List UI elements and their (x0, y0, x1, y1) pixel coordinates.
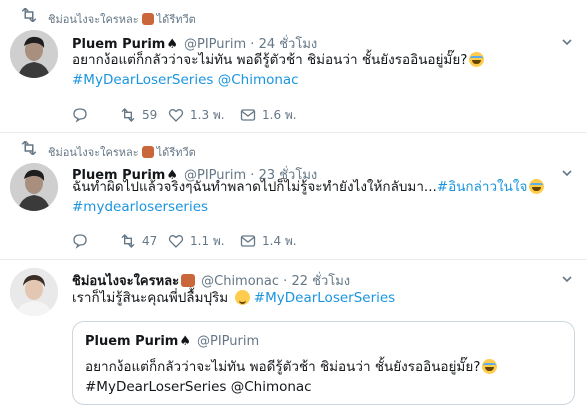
laughing-emoji-icon (469, 52, 485, 67)
retweet-button[interactable]: 59 (120, 107, 157, 123)
reply-button[interactable] (72, 233, 88, 249)
retweeter-name[interactable]: ชิม่อนไงจะใครหละ (48, 146, 139, 159)
chevron-down-icon[interactable] (562, 274, 572, 284)
like-count: 1.3 พ. (190, 107, 225, 122)
spade-icon: ♠ (179, 334, 191, 349)
tweet-text-line: ฉันทำผิดไปแล้วจริงๆฉันทำพลาดไปก็ไม่รู้จะ… (72, 179, 437, 195)
laughing-emoji-icon (482, 359, 498, 374)
hashtag-link[interactable]: #MyDearLoserSeries (254, 290, 395, 306)
quoted-tweet-text: อยากง้อแต่ก็กลัวว่าจะไม่ทัน พอดีรู้ตัวช้… (85, 357, 498, 397)
message-icon (240, 235, 256, 247)
retweeted-by[interactable]: ชิม่อนไงจะใครหละ ได้รีทวีต (48, 143, 196, 161)
tweet-text: ฉันทำผิดไปแล้วจริงๆฉันทำพลาดไปก็ไม่รู้จะ… (72, 177, 545, 217)
hashtag-line[interactable]: #MyDearLoserSeries @Chimonac (72, 70, 484, 90)
monkey-emoji-icon (141, 13, 154, 25)
hashtag-line[interactable]: #mydearloserseries (72, 197, 544, 217)
smile-emoji-icon (234, 290, 250, 305)
quoted-text-line: อยากง้อแต่ก็กลัวว่าจะไม่ทัน พอดีรู้ตัวช้… (85, 359, 481, 375)
hashtag-link[interactable]: #อินกล่าวในใจ (437, 179, 528, 195)
views-count: 1.6 พ. (262, 107, 297, 122)
tweet[interactable]: ชิม่อนไงจะใครหละ ได้รีทวีต Pluem Purim♠ @P… (0, 0, 586, 133)
tweet-text: อยากง้อแต่ก็กลัวว่าจะไม่ทัน พอดีรู้ตัวช้… (72, 50, 485, 90)
reply-icon (73, 108, 87, 123)
tweet[interactable]: ชิม่อนไงจะใครหละ ได้รีทวีต Pluem Purim♠ @P… (0, 133, 586, 260)
quoted-author-handle: @PIPurim (196, 334, 260, 349)
tweet[interactable]: ชิม่อนไงจะใครหละ @Chimonac · 22 ชั่วโมง เ… (0, 260, 586, 411)
tweet-text: เราก็ไม่รู้สินะคุณพี่ปลื้มปุริม #MyDearL… (72, 288, 395, 308)
reply-button[interactable] (72, 107, 88, 123)
tweet-actions: 59 1.3 พ. 1.6 พ. (72, 107, 492, 123)
message-button[interactable]: 1.4 พ. (240, 233, 297, 249)
avatar[interactable] (10, 163, 58, 211)
quoted-text-line2: #MyDearLoserSeries @Chimonac (85, 379, 312, 395)
chevron-down-icon[interactable] (562, 168, 572, 178)
retweeted-by[interactable]: ชิม่อนไงจะใครหละ ได้รีทวีต (48, 10, 196, 28)
retweet-icon (121, 108, 135, 122)
separator-dot: · (283, 274, 288, 289)
heart-icon (168, 235, 184, 248)
laughing-emoji-icon (529, 179, 545, 194)
retweet-count: 59 (142, 108, 158, 122)
monkey-emoji-icon (141, 146, 154, 158)
chevron-down-icon[interactable] (562, 37, 572, 47)
retweet-button[interactable]: 47 (120, 233, 157, 249)
views-count: 1.4 พ. (262, 233, 297, 248)
message-button[interactable]: 1.6 พ. (240, 107, 297, 123)
like-button[interactable]: 1.1 พ. (168, 233, 225, 249)
avatar[interactable] (10, 268, 58, 316)
heart-icon (168, 109, 184, 122)
retweet-count: 47 (142, 234, 158, 248)
quoted-author-name: Pluem Purim (85, 334, 179, 349)
like-button[interactable]: 1.3 พ. (168, 107, 225, 123)
retweet-suffix: ได้รีทวีต (156, 146, 196, 159)
reply-icon (73, 234, 87, 249)
timestamp[interactable]: 22 ชั่วโมง (291, 274, 350, 289)
message-icon (240, 109, 256, 121)
retweet-icon (21, 141, 37, 155)
retweet-icon (121, 234, 135, 248)
quoted-tweet[interactable]: Pluem Purim♠ @PIPurim อยากง้อแต่ก็กลัวว่า… (72, 321, 575, 405)
retweet-icon (21, 8, 37, 22)
retweeter-name[interactable]: ชิม่อนไงจะใครหละ (48, 13, 139, 26)
author-handle[interactable]: @Chimonac (201, 274, 279, 289)
tweet-text-line: เราก็ไม่รู้สินะคุณพี่ปลื้มปุริม (72, 290, 229, 306)
tweet-actions: 47 1.1 พ. 1.4 พ. (72, 233, 492, 249)
author-name[interactable]: ชิม่อนไงจะใครหละ (72, 274, 179, 289)
retweet-suffix: ได้รีทวีต (156, 13, 196, 26)
avatar[interactable] (10, 30, 58, 78)
quoted-tweet-header: Pluem Purim♠ @PIPurim (85, 334, 259, 349)
tweet-text-line: อยากง้อแต่ก็กลัวว่าจะไม่ทัน พอดีรู้ตัวช้… (72, 52, 468, 68)
like-count: 1.1 พ. (190, 233, 225, 248)
monkey-emoji-icon (181, 274, 196, 287)
